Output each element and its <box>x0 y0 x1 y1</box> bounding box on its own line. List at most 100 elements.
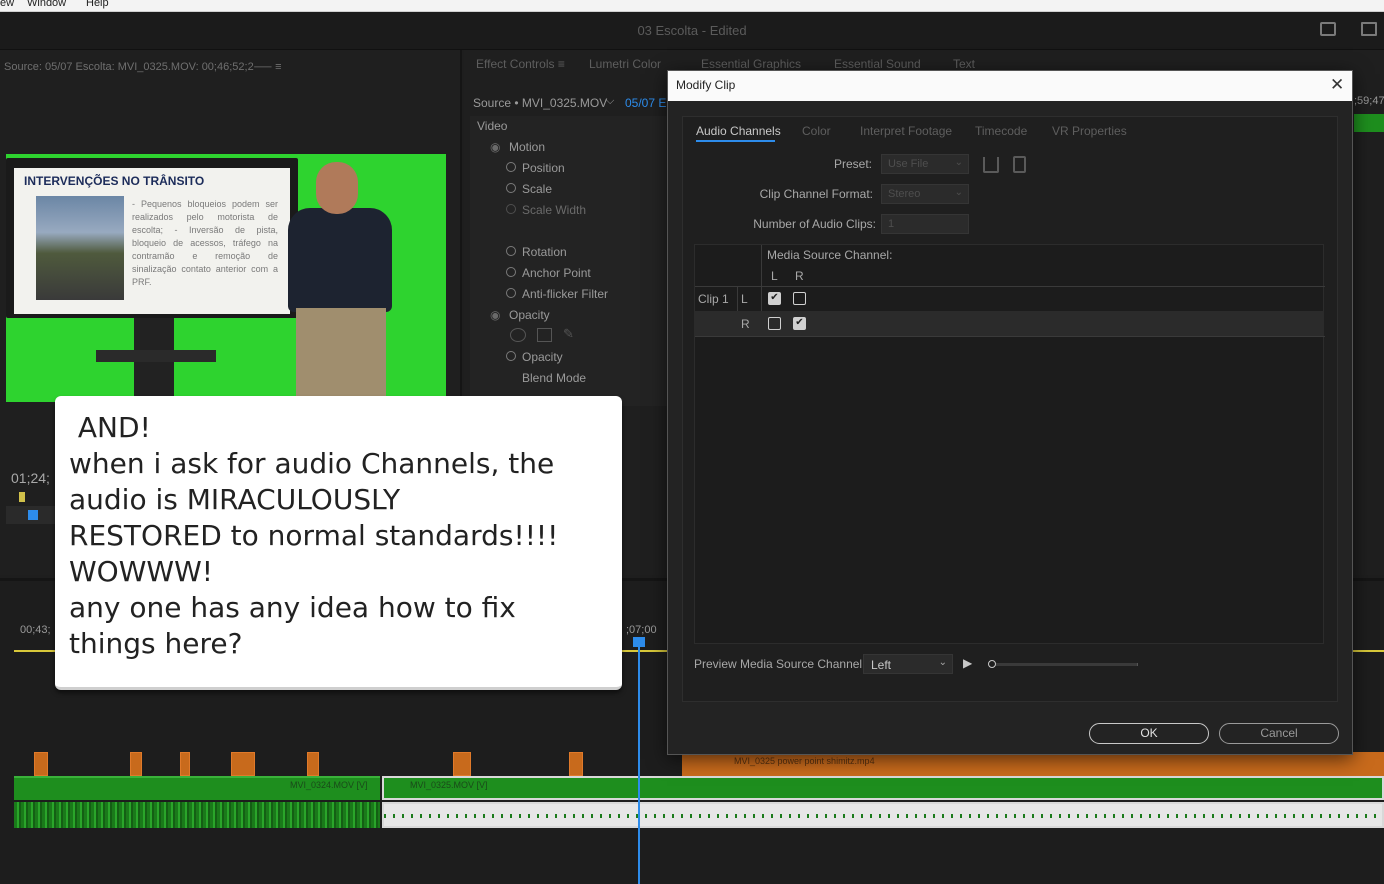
pen-mask-icon[interactable]: ✎ <box>563 326 574 342</box>
tab-audio-channels[interactable]: Audio Channels <box>696 124 781 138</box>
graphic-clip[interactable] <box>180 752 190 776</box>
effect-opacity[interactable]: Opacity <box>509 308 550 322</box>
dialog-title: Modify Clip <box>676 78 736 92</box>
graphic-clip[interactable] <box>453 752 471 776</box>
powerpoint-clip-label: MVI_0325 power point shimitz.mp4 <box>734 756 875 766</box>
tab-vr-properties[interactable]: VR Properties <box>1052 124 1127 138</box>
channel-mapping-grid <box>694 244 1325 644</box>
graphic-clip[interactable] <box>307 752 319 776</box>
video-clip-mvi-0325[interactable] <box>382 776 1384 800</box>
chevron-down-icon: ⌄ <box>938 657 947 668</box>
checkbox-r-to-l[interactable] <box>768 317 781 330</box>
preset-label: Preset: <box>833 157 872 171</box>
property-anti-flicker[interactable]: Anti-flicker Filter <box>522 287 608 301</box>
audio-clip-mvi-0325[interactable] <box>382 802 1384 828</box>
share-icon[interactable] <box>1361 22 1377 36</box>
rectangle-mask-icon[interactable] <box>537 328 552 342</box>
ok-button[interactable]: OK <box>1089 723 1209 744</box>
tab-effect-controls[interactable]: Effect Controls ≡ <box>476 57 565 71</box>
media-source-channel-header: Media Source Channel: <box>767 248 893 262</box>
stopwatch-icon[interactable] <box>506 162 516 172</box>
preview-progress-handle[interactable] <box>988 660 996 668</box>
property-opacity[interactable]: Opacity <box>522 350 563 364</box>
app-title-bar: 03 Escolta - Edited <box>0 12 1384 50</box>
preview-progress-track[interactable] <box>990 663 1138 666</box>
tab-text[interactable]: Text <box>953 57 975 71</box>
eye-icon[interactable]: ◉ <box>490 140 500 154</box>
property-anchor-point[interactable]: Anchor Point <box>522 266 591 280</box>
workspace-icon[interactable] <box>1320 22 1336 36</box>
effect-controls-source[interactable]: Source • MVI_0325.MOV <box>473 96 607 110</box>
presenter-legs <box>296 308 386 402</box>
presenter-head <box>316 162 358 214</box>
chevron-down-icon: ⌄ <box>954 157 963 168</box>
source-monitor-header[interactable]: Source: 05/07 Escolta: MVI_0325.MOV: 00;… <box>4 58 282 74</box>
stopwatch-icon[interactable] <box>506 351 516 361</box>
effect-controls-list: Video ◉ Motion Position Scale Scale Widt… <box>470 116 668 406</box>
presenter-body <box>288 208 392 312</box>
source-timecode[interactable]: 01;24; <box>11 470 50 486</box>
delete-preset-icon[interactable] <box>1013 156 1026 173</box>
clip-channel-format-select[interactable]: Stereo ⌄ <box>881 184 969 204</box>
stopwatch-icon[interactable] <box>506 246 516 256</box>
video-clip-label: MVI_0324.MOV [V] <box>290 780 368 790</box>
tab-interpret-footage[interactable]: Interpret Footage <box>860 124 952 138</box>
menu-item-view[interactable]: ew <box>0 0 14 9</box>
menu-item-help[interactable]: Help <box>86 0 109 9</box>
audio-clip-mvi-0324[interactable] <box>14 802 380 828</box>
effect-controls-time: ;59;47 <box>1354 95 1384 107</box>
effect-motion[interactable]: Motion <box>509 140 545 154</box>
property-blend-mode[interactable]: Blend Mode <box>522 371 586 385</box>
stopwatch-icon[interactable] <box>506 267 516 277</box>
effect-controls-sequence[interactable]: 05/07 E <box>625 96 666 110</box>
column-header-r: R <box>795 269 804 283</box>
clip-channel-format-label: Clip Channel Format: <box>759 187 873 201</box>
timeline-playhead-line[interactable] <box>638 640 640 884</box>
tab-color[interactable]: Color <box>802 124 831 138</box>
slide-photo <box>36 196 124 300</box>
property-position[interactable]: Position <box>522 161 565 175</box>
menu-item-window[interactable]: Window <box>27 0 66 9</box>
property-scale-width[interactable]: Scale Width <box>522 203 586 217</box>
ellipse-mask-icon[interactable] <box>510 328 526 342</box>
stopwatch-icon[interactable] <box>506 183 516 193</box>
graphic-clip[interactable] <box>34 752 48 776</box>
checkbox-r-to-r[interactable]: ✔ <box>793 317 806 330</box>
graphic-clip[interactable] <box>130 752 142 776</box>
stopwatch-icon[interactable] <box>506 288 516 298</box>
close-icon[interactable]: ✕ <box>1330 75 1344 95</box>
eye-icon[interactable]: ◉ <box>490 308 500 322</box>
play-icon[interactable]: ▶ <box>963 656 972 670</box>
slide-text: - Pequenos bloqueios podem ser realizado… <box>132 199 278 287</box>
tab-essential-sound[interactable]: Essential Sound <box>834 57 921 71</box>
source-playhead[interactable] <box>28 510 38 520</box>
graphic-clip[interactable] <box>231 752 255 776</box>
tab-timecode[interactable]: Timecode <box>975 124 1027 138</box>
dialog-title-bar <box>668 71 1352 101</box>
chevron-down-icon[interactable]: ⌵ <box>606 95 614 108</box>
cancel-button[interactable]: Cancel <box>1219 723 1339 744</box>
property-scale[interactable]: Scale <box>522 182 552 196</box>
timeline-playhead-handle[interactable] <box>633 637 645 647</box>
effect-controls-clip-bar <box>1354 114 1384 132</box>
preset-value: Use File <box>888 158 929 170</box>
save-preset-icon[interactable] <box>983 157 999 173</box>
property-rotation[interactable]: Rotation <box>522 245 567 259</box>
in-point-marker[interactable] <box>19 492 25 502</box>
number-of-audio-clips-input[interactable]: 1 <box>881 214 969 234</box>
clip-1-label: Clip 1 <box>698 292 729 306</box>
menu-bar: ew Window Help <box>0 0 1384 12</box>
graphic-clip[interactable] <box>569 752 583 776</box>
checkbox-l-to-l[interactable]: ✔ <box>768 292 781 305</box>
preview-channel-value: Left <box>871 658 892 672</box>
checkbox-l-to-r[interactable] <box>793 292 806 305</box>
preset-select[interactable]: Use File ⌄ <box>881 154 969 174</box>
grid-divider <box>695 286 1325 287</box>
audio-waveform <box>384 814 1382 818</box>
preview-channel-select[interactable]: Left ⌄ <box>863 654 953 674</box>
tab-lumetri-color[interactable]: Lumetri Color <box>589 57 661 71</box>
active-tab-indicator <box>696 140 775 142</box>
clip-channel-format-value: Stereo <box>888 188 921 200</box>
tab-essential-graphics[interactable]: Essential Graphics <box>701 57 801 71</box>
stopwatch-icon[interactable] <box>506 204 516 214</box>
